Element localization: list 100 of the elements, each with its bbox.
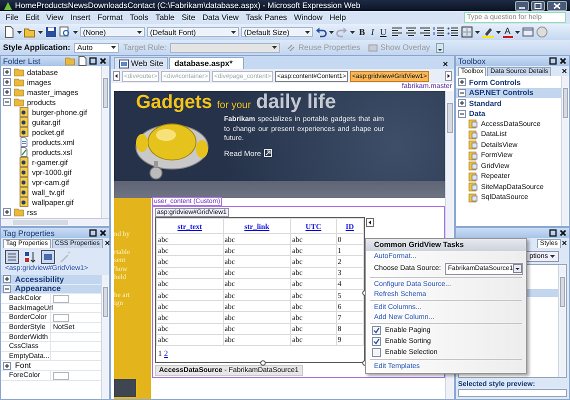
caret-icon[interactable] <box>514 30 520 34</box>
caret-icon[interactable] <box>17 30 22 34</box>
control-icon <box>468 182 478 192</box>
menu-item[interactable]: Insert <box>66 13 94 22</box>
menu-item[interactable]: Help <box>326 13 350 22</box>
border-icon[interactable] <box>460 26 473 38</box>
menu-item[interactable]: Task Panes <box>242 13 291 22</box>
restore-icon[interactable] <box>549 57 557 65</box>
caret-icon[interactable] <box>38 30 43 34</box>
expand-icon[interactable] <box>3 362 11 370</box>
restore-icon[interactable] <box>89 57 97 65</box>
dropdown-button[interactable] <box>512 264 522 273</box>
wand-icon <box>59 250 73 264</box>
close-button[interactable]: × <box>562 239 567 248</box>
caret-icon <box>137 30 142 34</box>
menu-item[interactable]: Tools <box>126 13 152 22</box>
numbered-list-icon[interactable] <box>432 26 445 38</box>
collapse-icon[interactable] <box>3 98 11 106</box>
restore-icon[interactable] <box>89 229 97 237</box>
minimize-button[interactable] <box>515 0 529 10</box>
menu-item[interactable]: View <box>42 13 67 22</box>
document-tab[interactable]: Web Site <box>114 57 168 69</box>
close-button[interactable] <box>547 0 567 10</box>
close-icon[interactable] <box>559 57 567 65</box>
close-button[interactable]: × <box>562 67 567 76</box>
color-swatch[interactable] <box>53 372 69 380</box>
link-icon <box>286 42 296 52</box>
menu-item[interactable]: Table <box>152 13 178 22</box>
highlighter-icon[interactable] <box>482 26 494 38</box>
close-icon[interactable] <box>559 229 567 237</box>
restore-icon[interactable] <box>549 229 557 237</box>
categorized-view-icon[interactable] <box>5 250 19 264</box>
menu-item[interactable]: Edit <box>22 13 43 22</box>
caret-icon <box>231 30 236 34</box>
property-group[interactable]: Font <box>1 361 101 371</box>
vertical-scrollbar[interactable] <box>561 76 569 226</box>
menu-item[interactable]: File <box>2 13 22 22</box>
caret-icon[interactable] <box>329 30 334 34</box>
caret-icon[interactable] <box>496 30 501 34</box>
checkbox[interactable] <box>372 348 381 357</box>
color-swatch[interactable] <box>53 295 69 304</box>
image-file-icon <box>19 157 29 167</box>
expand-icon[interactable] <box>3 68 11 76</box>
scroll-left-icon[interactable] <box>113 71 120 81</box>
vertical-scrollbar[interactable] <box>558 265 566 377</box>
sort-az-icon[interactable] <box>23 250 37 264</box>
collapse-icon[interactable] <box>458 88 466 97</box>
checkbox[interactable] <box>372 326 381 335</box>
expand-icon[interactable] <box>3 208 11 216</box>
checkbox[interactable] <box>372 337 381 346</box>
page-link[interactable]: 2 <box>164 348 168 359</box>
preview-icon[interactable] <box>59 26 71 38</box>
collapse-icon[interactable] <box>458 110 466 118</box>
new-document-icon[interactable] <box>3 26 15 38</box>
menu-item[interactable]: Data View <box>198 13 242 22</box>
expand-icon[interactable] <box>458 99 466 108</box>
menu-item[interactable]: Format <box>94 13 126 22</box>
vertical-scrollbar[interactable] <box>101 275 109 399</box>
property-category[interactable]: Accessibility <box>1 275 101 285</box>
menu-item[interactable]: Site <box>178 13 199 22</box>
maximize-button[interactable] <box>531 0 545 10</box>
website-icon <box>119 58 129 68</box>
undo-icon[interactable] <box>315 26 327 38</box>
align-left-icon[interactable] <box>390 26 403 38</box>
horizontal-scrollbar[interactable] <box>1 218 109 226</box>
control-icon <box>468 161 478 172</box>
vertical-scrollbar[interactable] <box>101 66 109 218</box>
caret-icon[interactable] <box>73 30 78 34</box>
align-right-icon[interactable] <box>418 26 431 38</box>
font-color-button[interactable]: A <box>502 26 513 38</box>
save-icon[interactable] <box>45 26 57 38</box>
close-button[interactable]: × <box>104 239 110 248</box>
document-tab[interactable]: database.aspx* <box>169 57 244 69</box>
bold-button[interactable]: B <box>357 27 368 37</box>
caret-icon[interactable] <box>350 30 355 34</box>
toolbar-options-icon[interactable] <box>436 42 444 52</box>
expand-icon[interactable] <box>3 275 11 284</box>
menu-item[interactable]: Window <box>290 13 326 22</box>
resize-handle[interactable] <box>260 360 266 366</box>
close-button[interactable]: × <box>442 59 451 69</box>
underline-button[interactable]: U <box>378 27 389 37</box>
align-center-icon[interactable] <box>404 26 417 38</box>
page-link[interactable]: 1 <box>158 348 162 359</box>
property-category[interactable]: Appearance <box>1 284 101 294</box>
show-set-properties-icon[interactable] <box>41 250 55 264</box>
scroll-right-icon[interactable] <box>445 71 452 81</box>
bulleted-list-icon[interactable] <box>446 26 459 38</box>
smart-tag-button[interactable] <box>366 218 374 227</box>
image-file-icon <box>19 117 29 127</box>
control-icon <box>468 119 478 130</box>
expand-icon[interactable] <box>3 78 11 86</box>
collapse-icon[interactable] <box>3 284 11 293</box>
layers-icon[interactable] <box>522 26 534 38</box>
color-swatch[interactable] <box>53 314 69 322</box>
expand-icon[interactable] <box>458 78 466 86</box>
caret-icon[interactable] <box>474 30 480 34</box>
close-icon[interactable] <box>99 229 107 237</box>
close-icon[interactable] <box>99 57 107 65</box>
italic-button[interactable]: I <box>369 27 376 37</box>
expand-icon[interactable] <box>3 88 11 96</box>
